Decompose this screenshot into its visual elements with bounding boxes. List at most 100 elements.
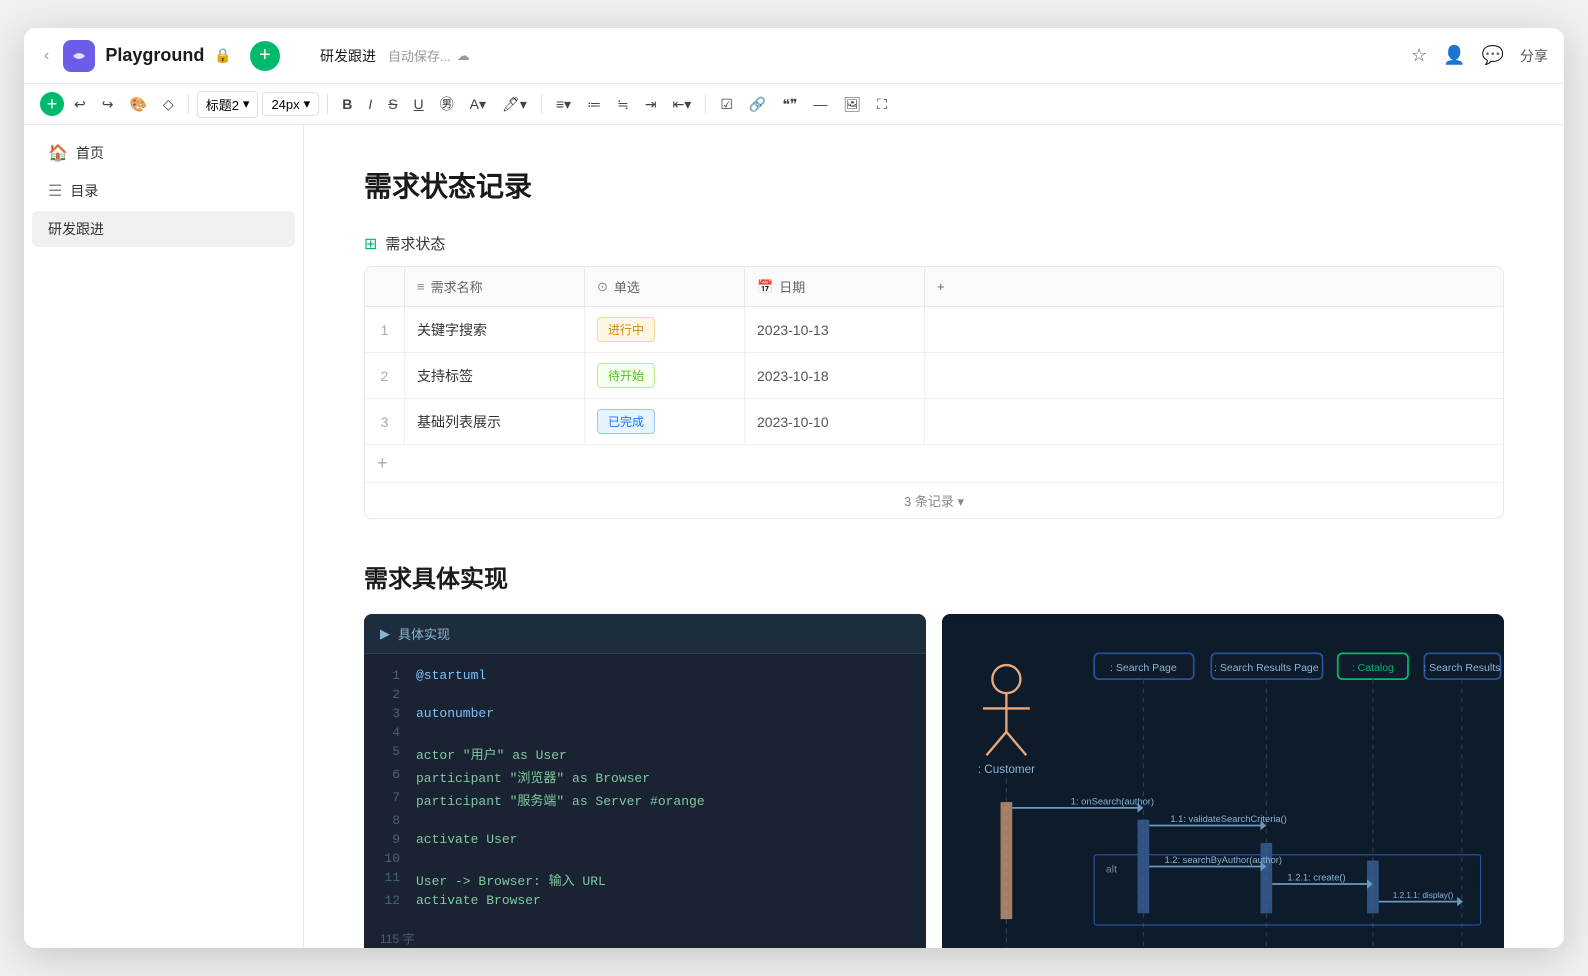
comment-icon[interactable]: 💬 [1482, 45, 1504, 66]
back-button[interactable]: ‹ [40, 43, 53, 69]
table-row[interactable]: 1 关键字搜索 进行中 2023-10-13 [365, 307, 1503, 353]
bold-button[interactable]: B [336, 92, 358, 116]
quote-button[interactable]: ❝❞ [776, 92, 803, 117]
col-header-name[interactable]: ≡ 需求名称 [405, 267, 585, 306]
col-header-status[interactable]: ⊙ 单选 [585, 267, 745, 306]
align-button[interactable]: ≡▾ [550, 92, 577, 117]
code-line: 12 activate Browser [364, 891, 926, 910]
code-line: 6 participant "浏览器" as Browser [364, 765, 926, 788]
home-icon: 🏠 [48, 143, 68, 163]
toolbar-add-button[interactable]: + [40, 92, 64, 116]
db-header: ⊞ 需求状态 [364, 233, 1504, 254]
underline-button[interactable]: U [408, 92, 430, 116]
sidebar-item-home[interactable]: 🏠 首页 ··· [32, 135, 295, 171]
format-button[interactable]: 🎨 [123, 92, 152, 117]
bullet-list-button[interactable]: ≔ [581, 92, 607, 117]
row-name[interactable]: 关键字搜索 [405, 307, 585, 352]
breadcrumb: 研发跟进 [320, 46, 376, 66]
strikethrough-button[interactable]: S [382, 92, 403, 116]
svg-text:: Search Page: : Search Page [1110, 662, 1177, 674]
svg-text:: Customer: : Customer [978, 763, 1035, 776]
row-date[interactable]: 2023-10-10 [745, 399, 925, 444]
ruby-button[interactable]: ㊚ [434, 90, 460, 118]
row-status[interactable]: 进行中 [585, 307, 745, 352]
font-size-select[interactable]: 24px ▾ [262, 92, 319, 116]
add-col-icon[interactable]: + [937, 279, 945, 294]
chevron-down-icon: ▾ [243, 96, 250, 112]
titlebar-right: ☆ 👤 💬 分享 [1411, 45, 1548, 66]
erase-button[interactable]: ◇ [157, 92, 180, 117]
svg-text:1.1: validateSearchCriteria(): 1.1: validateSearchCriteria() [1170, 814, 1287, 824]
col-header-date[interactable]: 📅 日期 [745, 267, 925, 306]
ordered-list-button[interactable]: ≒ [611, 92, 635, 117]
svg-text:: Search Results Page: : Search Results Page [1214, 662, 1319, 674]
table-row[interactable]: 2 支持标签 待开始 2023-10-18 [365, 353, 1503, 399]
row-status[interactable]: 待开始 [585, 353, 745, 398]
heading-select[interactable]: 标题2 ▾ [197, 91, 259, 118]
code-panel: ▶ 具体实现 1 @startuml 2 3 [364, 614, 926, 948]
font-color-button[interactable]: A▾ [464, 92, 492, 117]
status-badge: 待开始 [597, 363, 655, 388]
link-button[interactable]: 🔗 [743, 92, 772, 117]
star-icon[interactable]: ☆ [1411, 45, 1427, 66]
highlight-button[interactable]: 🖊▾ [496, 92, 533, 117]
sidebar-toc-label: 目录 [70, 181, 256, 201]
sidebar: 🏠 首页 ··· ☰ 目录 ☰ 研发跟进 [24, 125, 304, 948]
row-name[interactable]: 支持标签 [405, 353, 585, 398]
divider-insert-button[interactable]: — [807, 92, 833, 116]
redo-button[interactable]: ↪ [96, 92, 120, 117]
db-icon: ⊞ [364, 234, 377, 254]
sequence-diagram: : Customer : Search Page : Search Result… [942, 614, 1504, 948]
svg-text:: Search Results: : Search Results [1423, 662, 1500, 674]
code-panel-title: 具体实现 [398, 624, 450, 643]
italic-button[interactable]: I [362, 92, 378, 116]
main-content: 需求状态记录 ⊞ 需求状态 ≡ 需求名称 ⊙ [304, 125, 1564, 948]
main-layout: 🏠 首页 ··· ☰ 目录 ☰ 研发跟进 需求状态记录 ⊞ 需求状态 [24, 125, 1564, 948]
col-header-add[interactable]: + [925, 267, 975, 306]
collapse-icon[interactable]: ▶ [380, 626, 390, 642]
chevron-down-icon: ▾ [304, 96, 311, 112]
toolbar: + ↩ ↪ 🎨 ◇ 标题2 ▾ 24px ▾ B I S U ㊚ A▾ 🖊▾ ≡… [24, 84, 1564, 125]
db-footer[interactable]: 3 条记录 ▾ [365, 482, 1503, 518]
code-line: 9 activate User [364, 830, 926, 849]
sidebar-item-dev[interactable]: 研发跟进 [32, 211, 295, 247]
row-date[interactable]: 2023-10-18 [745, 353, 925, 398]
toc-icon: ☰ [48, 181, 62, 201]
share-button[interactable]: 分享 [1520, 46, 1548, 66]
add-document-button[interactable]: + [250, 41, 280, 71]
status-badge: 进行中 [597, 317, 655, 342]
outdent-button[interactable]: ⇤▾ [667, 92, 698, 117]
app-logo [63, 40, 95, 72]
code-panel-header: ▶ 具体实现 [364, 614, 926, 654]
table-row[interactable]: 3 基础列表展示 已完成 2023-10-10 [365, 399, 1503, 445]
row-num: 1 [365, 307, 405, 352]
checkbox-button[interactable]: ☑ [714, 92, 739, 117]
row-status[interactable]: 已完成 [585, 399, 745, 444]
lock-icon: 🔒 [214, 47, 231, 64]
text-col-icon: ≡ [417, 279, 425, 294]
code-line: 8 [364, 811, 926, 830]
row-name[interactable]: 基础列表展示 [405, 399, 585, 444]
divider-3 [541, 94, 542, 114]
row-num: 2 [365, 353, 405, 398]
user-icon[interactable]: 👤 [1443, 45, 1465, 66]
code-line: 4 [364, 723, 926, 742]
titlebar-center: 研发跟进 自动保存... ☁ [320, 46, 1411, 66]
col-header-num [365, 267, 405, 306]
auto-save-status: 自动保存... ☁ [388, 46, 470, 65]
db-table: ≡ 需求名称 ⊙ 单选 📅 日期 + [364, 266, 1504, 519]
sidebar-home-label: 首页 [76, 143, 255, 163]
diagram-panel: : Customer : Search Page : Search Result… [942, 614, 1504, 948]
sidebar-item-toc[interactable]: ☰ 目录 ☰ [32, 173, 295, 209]
code-line: 2 [364, 685, 926, 704]
indent-button[interactable]: ⇥ [639, 92, 663, 117]
status-col-icon: ⊙ [597, 279, 608, 295]
image-button[interactable]: 🖼 [837, 92, 867, 117]
app-window: ‹ Playground 🔒 + 研发跟进 自动保存... ☁ ☆ 👤 💬 分享 [24, 28, 1564, 948]
row-date[interactable]: 2023-10-13 [745, 307, 925, 352]
add-row-button[interactable]: + [365, 445, 1503, 482]
undo-button[interactable]: ↩ [68, 92, 92, 117]
svg-text:1.2.1: create(): 1.2.1: create() [1287, 873, 1345, 883]
fullscreen-button[interactable]: ⛶ [871, 92, 893, 117]
row-extra [925, 307, 975, 352]
